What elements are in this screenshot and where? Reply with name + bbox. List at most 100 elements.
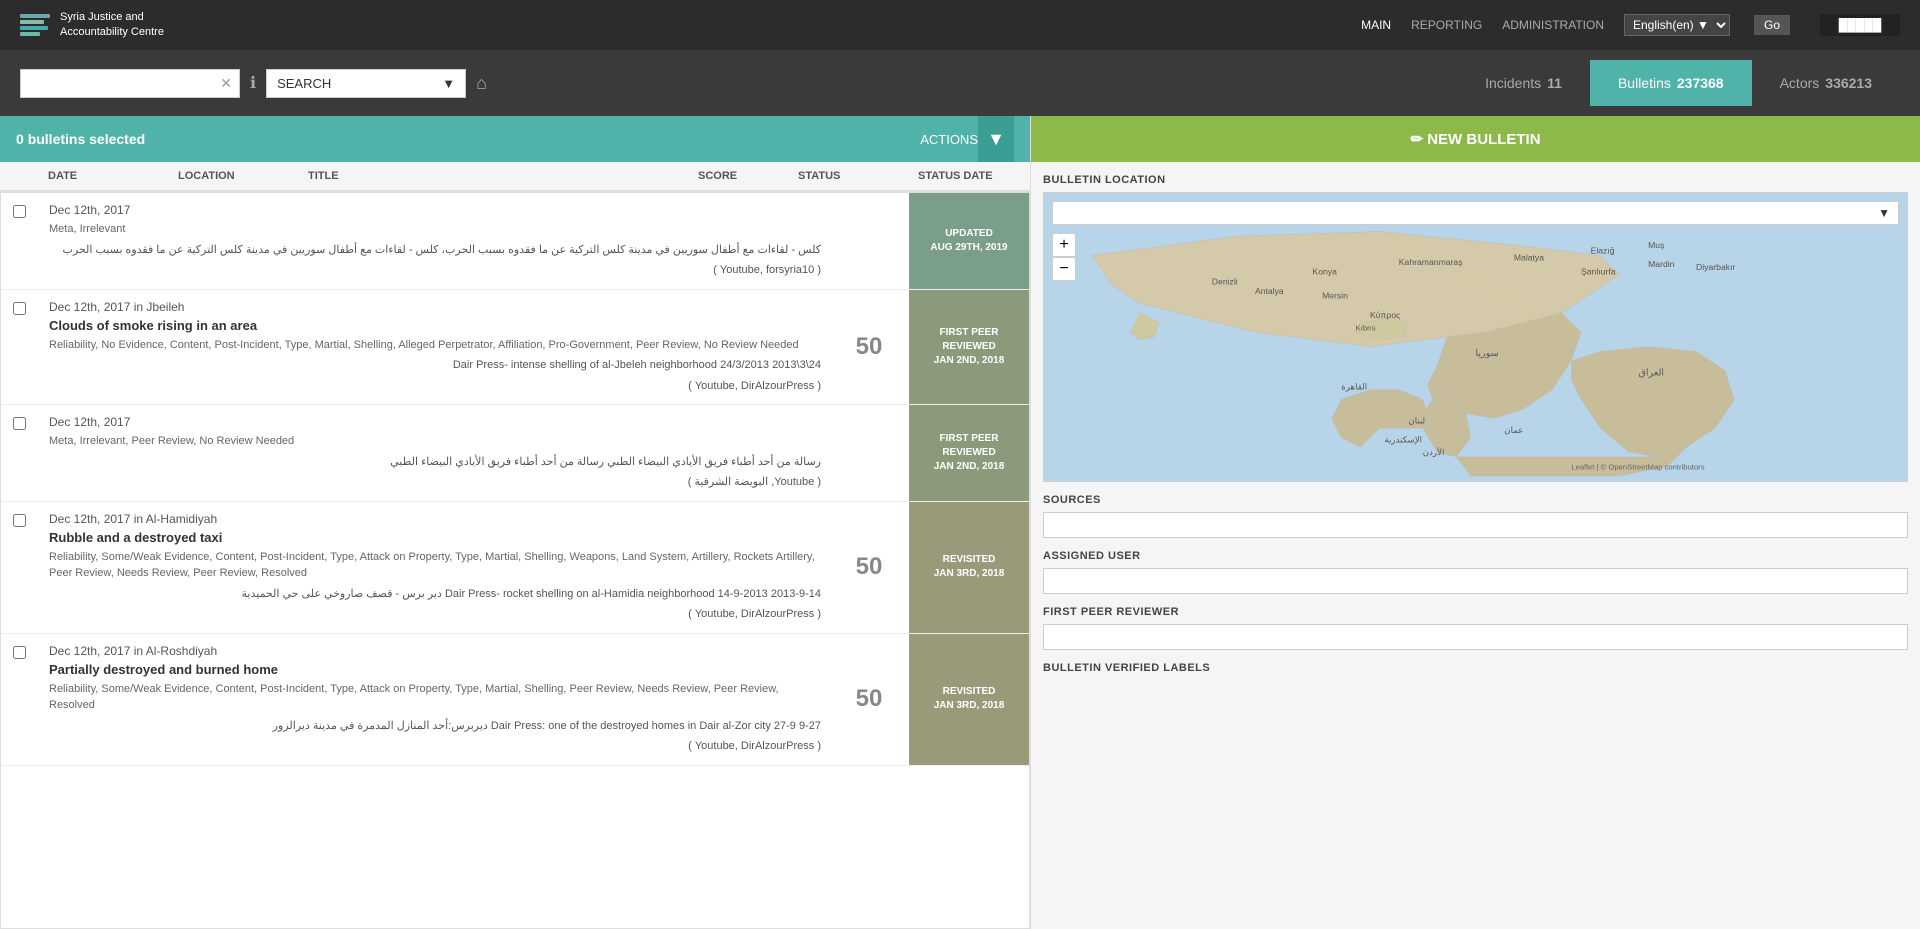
svg-text:لبنان: لبنان [1408, 415, 1425, 425]
row-arabic-sub-3: ( Youtube, البويضة الشرقية ) [49, 474, 821, 491]
zoom-in-button[interactable]: + [1052, 233, 1076, 257]
row-checkbox[interactable] [1, 502, 41, 633]
table-row: Dec 12th, 2017 Meta, Irrelevant كلس - لق… [1, 193, 1029, 290]
nav-main[interactable]: MAIN [1361, 18, 1391, 32]
row-title-4[interactable]: Rubble and a destroyed taxi [49, 530, 821, 545]
bulletin-verified-labels-label: BULLETIN VERIFIED LABELS [1043, 662, 1908, 674]
table-container: Dec 12th, 2017 Meta, Irrelevant كلس - لق… [0, 192, 1030, 929]
map-location-dropdown[interactable]: ▼ [1052, 201, 1899, 225]
table-row: Dec 12th, 2017 Meta, Irrelevant, Peer Re… [1, 405, 1029, 502]
svg-text:الأردن: الأردن [1423, 446, 1445, 458]
logo-text: Syria Justice and Accountability Centre [60, 10, 164, 41]
table-row: Dec 12th, 2017 in Jbeileh Clouds of smok… [1, 290, 1029, 406]
search-dropdown[interactable]: SEARCH ▼ [266, 69, 466, 98]
row-score-5: 50 [829, 634, 909, 765]
row-arabic-5: Dair Press: one of the destroyed homes i… [49, 718, 821, 735]
top-navigation: Syria Justice and Accountability Centre … [0, 0, 1920, 50]
row-checkbox[interactable] [1, 193, 41, 289]
svg-text:Malatya: Malatya [1514, 252, 1544, 262]
status-badge-5: REVISITED JAN 3RD, 2018 [909, 634, 1029, 765]
svg-text:Mardin: Mardin [1648, 259, 1675, 269]
checkbox-2[interactable] [13, 302, 26, 315]
new-bulletin-button[interactable]: ✏ NEW BULLETIN [1031, 116, 1920, 162]
search-input[interactable] [20, 69, 240, 98]
tab-bulletins[interactable]: Bulletins 237368 [1590, 60, 1752, 106]
svg-text:Leaflet | © OpenStreetMap cont: Leaflet | © OpenStreetMap contributors [1571, 462, 1704, 471]
right-panel: ✏ NEW BULLETIN BULLETIN LOCATION ▼ + − [1030, 116, 1920, 929]
home-icon[interactable]: ⌂ [476, 73, 487, 94]
row-meta-1: Meta, Irrelevant [49, 221, 821, 238]
tab-actors[interactable]: Actors 336213 [1752, 60, 1900, 106]
status-badge-2: FIRST PEER REVIEWED JAN 2ND, 2018 [909, 290, 1029, 405]
header-status-date[interactable]: STATUS DATE [910, 170, 1030, 182]
header-status[interactable]: STATUS [790, 170, 910, 182]
left-panel: 0 bulletins selected ACTIONS ▼ DATE LOCA… [0, 116, 1030, 929]
row-date-5: Dec 12th, 2017 in Al-Roshdiyah [49, 644, 821, 658]
map-container: ▼ + − [1043, 192, 1908, 482]
row-status-2: FIRST PEER REVIEWED JAN 2ND, 2018 [909, 290, 1029, 405]
logo-icon [20, 14, 50, 36]
zoom-out-button[interactable]: − [1052, 257, 1076, 281]
incidents-count: 11 [1547, 75, 1562, 91]
checkbox-4[interactable] [13, 514, 26, 527]
row-status-4: REVISITED JAN 3RD, 2018 [909, 502, 1029, 633]
row-title-2[interactable]: Clouds of smoke rising in an area [49, 318, 821, 333]
row-content-4: Dec 12th, 2017 in Al-Hamidiyah Rubble an… [41, 502, 829, 633]
row-arabic-2: Dair Press- intense shelling of al-Jbele… [49, 357, 821, 374]
svg-text:Muş: Muş [1648, 240, 1664, 250]
table-header: DATE LOCATION TITLE SCORE STATUS STATUS … [0, 162, 1030, 192]
first-peer-reviewer-group: FIRST PEER REVIEWER [1043, 606, 1908, 650]
status-badge-3: FIRST PEER REVIEWED JAN 2ND, 2018 [909, 405, 1029, 501]
header-location[interactable]: LOCATION [170, 170, 300, 182]
search-input-wrap: ✕ [20, 69, 240, 98]
svg-text:Elazığ: Elazığ [1591, 246, 1615, 256]
nav-reporting[interactable]: REPORTING [1411, 18, 1482, 32]
svg-text:عمان: عمان [1504, 425, 1523, 435]
count-tabs: Incidents 11 Bulletins 237368 Actors 336… [1457, 60, 1900, 106]
assigned-user-input[interactable] [1043, 568, 1908, 594]
tab-incidents[interactable]: Incidents 11 [1457, 60, 1590, 106]
map-dropdown-chevron: ▼ [1878, 206, 1890, 220]
nav-administration[interactable]: ADMINISTRATION [1502, 18, 1604, 32]
bulletins-label: Bulletins [1618, 75, 1671, 91]
map-zoom-controls: + − [1052, 233, 1076, 281]
row-date-2: Dec 12th, 2017 in Jbeileh [49, 300, 821, 314]
row-score-3 [829, 405, 909, 501]
table-row: Dec 12th, 2017 in Al-Hamidiyah Rubble an… [1, 502, 1029, 634]
svg-text:Kahramanmaraş: Kahramanmaraş [1399, 257, 1463, 267]
go-button[interactable]: Go [1754, 15, 1790, 35]
checkbox-1[interactable] [13, 205, 26, 218]
row-checkbox[interactable] [1, 405, 41, 501]
row-score-1 [829, 193, 909, 289]
row-arabic-sub-4: ( Youtube, DirAlzourPress ) [49, 606, 821, 623]
assigned-user-group: ASSIGNED USER [1043, 550, 1908, 594]
main-layout: 0 bulletins selected ACTIONS ▼ DATE LOCA… [0, 116, 1920, 929]
row-arabic-3: رسالة من أحد أطباء فريق الأيادي البيضاء … [49, 454, 821, 471]
header-date[interactable]: DATE [40, 170, 170, 182]
row-arabic-1: كلس - لقاءات مع أطفال سوريين في مدينة كل… [49, 242, 821, 259]
clear-icon[interactable]: ✕ [220, 75, 232, 92]
svg-text:Denizli: Denizli [1212, 276, 1238, 286]
checkbox-3[interactable] [13, 417, 26, 430]
row-content-2: Dec 12th, 2017 in Jbeileh Clouds of smok… [41, 290, 829, 405]
row-checkbox[interactable] [1, 290, 41, 405]
svg-text:Konya: Konya [1312, 267, 1337, 277]
row-title-5[interactable]: Partially destroyed and burned home [49, 662, 821, 677]
checkbox-5[interactable] [13, 646, 26, 659]
language-select[interactable]: English(en) ▼ [1624, 14, 1730, 36]
row-meta-2: Reliability, No Evidence, Content, Post-… [49, 337, 821, 354]
map-svg: Konya Kahramanmaraş Malatya Elazığ Muş Ş… [1044, 193, 1907, 481]
info-icon[interactable]: ℹ [250, 73, 256, 93]
row-checkbox[interactable] [1, 634, 41, 765]
row-status-1: UPDATED AUG 29TH, 2019 [909, 193, 1029, 289]
first-peer-reviewer-input[interactable] [1043, 624, 1908, 650]
sources-input[interactable] [1043, 512, 1908, 538]
row-arabic-sub-1: ( Youtube, forsyria10 ) [49, 262, 821, 279]
row-meta-5: Reliability, Some/Weak Evidence, Content… [49, 681, 821, 714]
actions-dropdown-arrow[interactable]: ▼ [978, 116, 1014, 162]
actors-label: Actors [1780, 75, 1820, 91]
header-score[interactable]: SCORE [690, 170, 790, 182]
selected-count: 0 [16, 131, 24, 147]
header-title[interactable]: TITLE [300, 170, 690, 182]
svg-text:الإسكندرية: الإسكندرية [1384, 434, 1422, 445]
